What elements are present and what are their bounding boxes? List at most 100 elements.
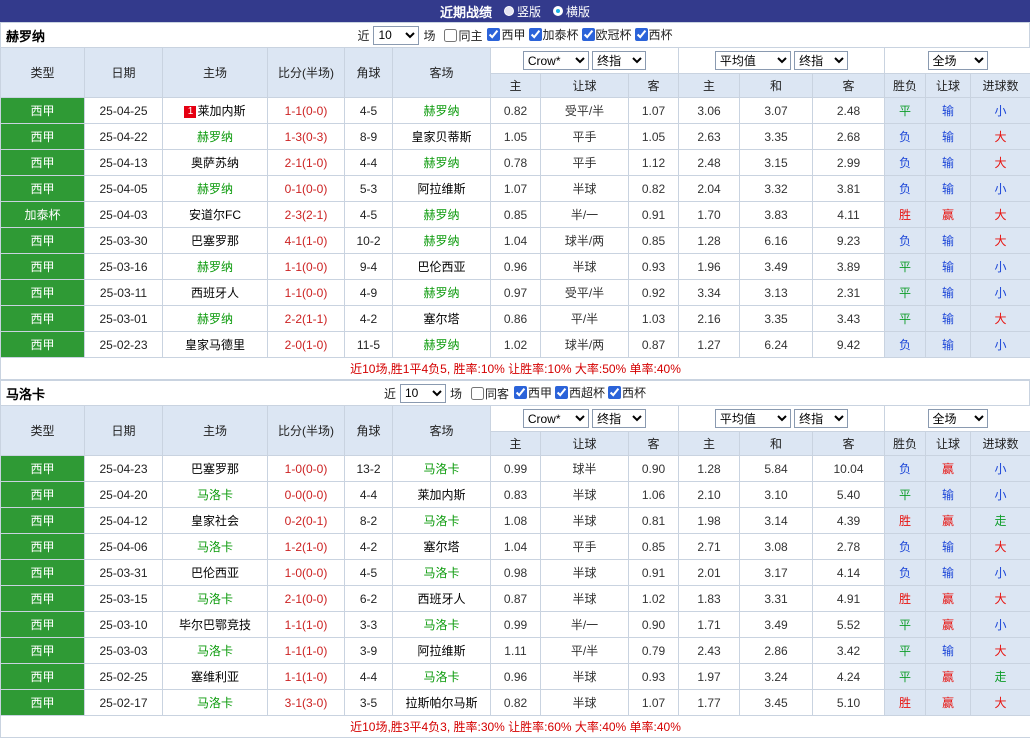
away-team-cell[interactable]: 西班牙人 bbox=[393, 586, 491, 612]
away-team-cell[interactable]: 赫罗纳 bbox=[393, 98, 491, 124]
home-team-cell[interactable]: 毕尔巴鄂竞技 bbox=[163, 612, 268, 638]
corner-cell: 4-5 bbox=[345, 202, 393, 228]
match-row: 加泰杯25-04-03安道尔FC2-3(2-1)4-5赫罗纳0.85半/一0.9… bbox=[1, 202, 1030, 228]
league-checkbox-input[interactable] bbox=[529, 28, 542, 41]
score-cell[interactable]: 1-1(1-0) bbox=[268, 638, 345, 664]
odds-company-stage-select[interactable]: 终指 bbox=[592, 409, 646, 428]
home-odds-cell: 1.05 bbox=[491, 124, 541, 150]
score-cell[interactable]: 1-1(0-0) bbox=[268, 280, 345, 306]
league-checkbox[interactable]: 西甲 bbox=[511, 384, 552, 401]
avg-draw-cell: 3.35 bbox=[740, 306, 813, 332]
league-checkbox-input[interactable] bbox=[608, 386, 621, 399]
away-team-cell[interactable]: 阿拉维斯 bbox=[393, 176, 491, 202]
away-team-cell[interactable]: 拉斯帕尔马斯 bbox=[393, 690, 491, 716]
away-team-cell[interactable]: 巴伦西亚 bbox=[393, 254, 491, 280]
away-team-cell[interactable]: 塞尔塔 bbox=[393, 534, 491, 560]
odds-company-select[interactable]: Crow* bbox=[523, 409, 589, 428]
home-team-cell[interactable]: 安道尔FC bbox=[163, 202, 268, 228]
league-checkbox-input[interactable] bbox=[635, 28, 648, 41]
scope-select[interactable]: 全场 bbox=[928, 51, 988, 70]
same-venue-checkbox-input[interactable] bbox=[444, 29, 457, 42]
score-cell[interactable]: 2-1(1-0) bbox=[268, 150, 345, 176]
home-team-cell[interactable]: 马洛卡 bbox=[163, 586, 268, 612]
score-cell[interactable]: 1-3(0-3) bbox=[268, 124, 345, 150]
score-cell[interactable]: 0-2(0-1) bbox=[268, 508, 345, 534]
home-team-cell[interactable]: 巴塞罗那 bbox=[163, 456, 268, 482]
home-team-cell[interactable]: 赫罗纳 bbox=[163, 176, 268, 202]
league-checkbox-input[interactable] bbox=[555, 386, 568, 399]
handicap-cell: 半球 bbox=[541, 690, 629, 716]
avg-odds-stage-select[interactable]: 终指 bbox=[794, 409, 848, 428]
score-cell[interactable]: 0-0(0-0) bbox=[268, 482, 345, 508]
score-cell[interactable]: 0-1(0-0) bbox=[268, 176, 345, 202]
away-team-cell[interactable]: 马洛卡 bbox=[393, 560, 491, 586]
score-cell[interactable]: 1-2(1-0) bbox=[268, 534, 345, 560]
layout-horizontal-radio[interactable]: 横版 bbox=[553, 3, 590, 20]
home-team-cell[interactable]: 马洛卡 bbox=[163, 690, 268, 716]
home-team-cell[interactable]: 赫罗纳 bbox=[163, 124, 268, 150]
home-team-cell[interactable]: 西班牙人 bbox=[163, 280, 268, 306]
scope-select[interactable]: 全场 bbox=[928, 409, 988, 428]
same-venue-checkbox[interactable]: 同客 bbox=[468, 385, 509, 402]
away-team-cell[interactable]: 赫罗纳 bbox=[393, 228, 491, 254]
away-team-cell[interactable]: 赫罗纳 bbox=[393, 332, 491, 358]
home-team-cell[interactable]: 赫罗纳 bbox=[163, 306, 268, 332]
league-checkbox[interactable]: 西超杯 bbox=[552, 384, 605, 401]
avg-odds-stage-select[interactable]: 终指 bbox=[794, 51, 848, 70]
away-team-cell[interactable]: 马洛卡 bbox=[393, 664, 491, 690]
away-team-cell[interactable]: 赫罗纳 bbox=[393, 202, 491, 228]
league-checkbox[interactable]: 西杯 bbox=[605, 384, 646, 401]
away-team-cell[interactable]: 马洛卡 bbox=[393, 456, 491, 482]
away-team-cell[interactable]: 赫罗纳 bbox=[393, 150, 491, 176]
away-team-cell[interactable]: 赫罗纳 bbox=[393, 280, 491, 306]
home-team-cell[interactable]: 皇家社会 bbox=[163, 508, 268, 534]
home-team-cell[interactable]: 巴塞罗那 bbox=[163, 228, 268, 254]
odds-company-select[interactable]: Crow* bbox=[523, 51, 589, 70]
league-checkbox-input[interactable] bbox=[514, 386, 527, 399]
league-checkbox[interactable]: 欧冠杯 bbox=[579, 26, 632, 43]
home-team-cell[interactable]: 赫罗纳 bbox=[163, 254, 268, 280]
avg-odds-select[interactable]: 平均值 bbox=[715, 51, 791, 70]
score-cell[interactable]: 4-1(1-0) bbox=[268, 228, 345, 254]
recent-count-select[interactable]: 10 bbox=[373, 26, 419, 45]
score-cell[interactable]: 1-1(0-0) bbox=[268, 254, 345, 280]
league-checkbox[interactable]: 西杯 bbox=[632, 26, 673, 43]
home-team-cell[interactable]: 马洛卡 bbox=[163, 482, 268, 508]
score-cell[interactable]: 1-1(1-0) bbox=[268, 664, 345, 690]
home-team-cell[interactable]: 塞维利亚 bbox=[163, 664, 268, 690]
score-cell[interactable]: 2-0(1-0) bbox=[268, 332, 345, 358]
league-checkbox[interactable]: 西甲 bbox=[484, 26, 525, 43]
score-cell[interactable]: 1-0(0-0) bbox=[268, 560, 345, 586]
same-venue-checkbox-input[interactable] bbox=[471, 387, 484, 400]
away-team-cell[interactable]: 马洛卡 bbox=[393, 508, 491, 534]
away-team-cell[interactable]: 阿拉维斯 bbox=[393, 638, 491, 664]
home-team-cell[interactable]: 奥萨苏纳 bbox=[163, 150, 268, 176]
home-odds-cell: 0.83 bbox=[491, 482, 541, 508]
home-team-cell[interactable]: 皇家马德里 bbox=[163, 332, 268, 358]
away-team-cell[interactable]: 皇家贝蒂斯 bbox=[393, 124, 491, 150]
away-team-cell[interactable]: 塞尔塔 bbox=[393, 306, 491, 332]
league-checkbox-input[interactable] bbox=[487, 28, 500, 41]
score-cell[interactable]: 2-2(1-1) bbox=[268, 306, 345, 332]
layout-vertical-radio[interactable]: 竖版 bbox=[504, 3, 541, 20]
same-venue-checkbox[interactable]: 同主 bbox=[441, 27, 482, 44]
col-handicap-result: 让球 bbox=[926, 432, 971, 456]
odds-company-stage-select[interactable]: 终指 bbox=[592, 51, 646, 70]
avg-odds-select[interactable]: 平均值 bbox=[715, 409, 791, 428]
score-cell[interactable]: 1-1(0-0) bbox=[268, 98, 345, 124]
score-cell[interactable]: 2-3(2-1) bbox=[268, 202, 345, 228]
col-score: 比分(半场) bbox=[268, 406, 345, 456]
recent-count-select[interactable]: 10 bbox=[400, 384, 446, 403]
home-team-cell[interactable]: 1莱加内斯 bbox=[163, 98, 268, 124]
league-checkbox[interactable]: 加泰杯 bbox=[526, 26, 579, 43]
score-cell[interactable]: 1-0(0-0) bbox=[268, 456, 345, 482]
away-team-cell[interactable]: 莱加内斯 bbox=[393, 482, 491, 508]
away-team-cell[interactable]: 马洛卡 bbox=[393, 612, 491, 638]
home-team-cell[interactable]: 马洛卡 bbox=[163, 534, 268, 560]
home-team-cell[interactable]: 马洛卡 bbox=[163, 638, 268, 664]
home-team-cell[interactable]: 巴伦西亚 bbox=[163, 560, 268, 586]
score-cell[interactable]: 3-1(3-0) bbox=[268, 690, 345, 716]
score-cell[interactable]: 1-1(1-0) bbox=[268, 612, 345, 638]
league-checkbox-input[interactable] bbox=[582, 28, 595, 41]
score-cell[interactable]: 2-1(0-0) bbox=[268, 586, 345, 612]
